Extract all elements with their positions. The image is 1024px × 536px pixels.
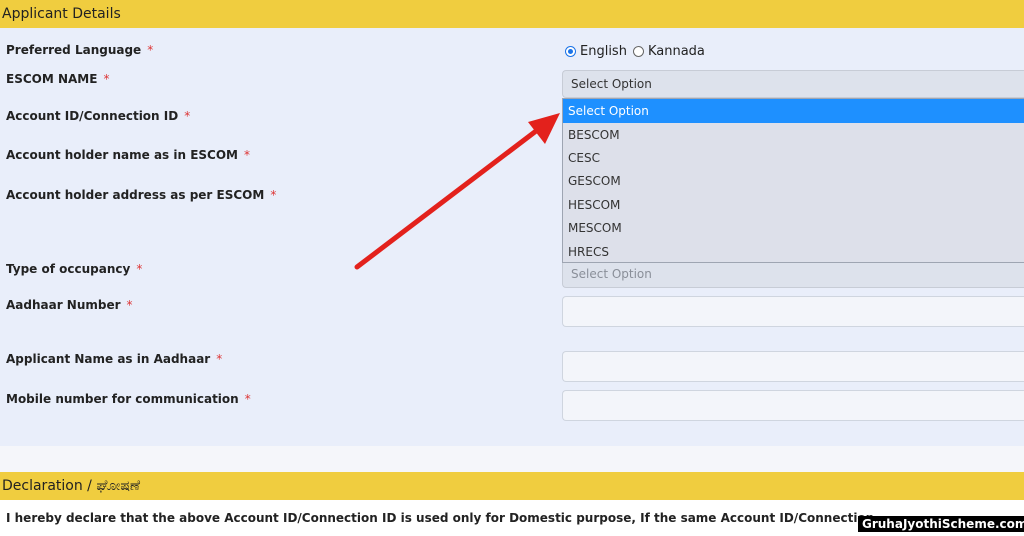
required-mark: *: [244, 392, 251, 406]
kannada-radio-label[interactable]: Kannada: [648, 44, 705, 59]
required-mark: *: [216, 352, 223, 366]
escom-name-label: ESCOM NAME *: [6, 72, 110, 86]
watermark: GruhaJyothiScheme.com: [858, 516, 1024, 532]
account-holder-address-label: Account holder address as per ESCOM *: [6, 188, 277, 202]
escom-option[interactable]: BESCOM: [563, 123, 1024, 146]
preferred-language-label: Preferred Language *: [6, 43, 154, 57]
escom-option[interactable]: HRECS: [563, 240, 1024, 263]
declaration-title: Declaration / ಘೋಷಣೆ: [2, 478, 141, 494]
mobile-input[interactable]: [562, 390, 1024, 421]
declaration-header: Declaration / ಘೋಷಣೆ: [0, 472, 1024, 500]
required-mark: *: [103, 72, 110, 86]
applicant-details-title: Applicant Details: [2, 6, 121, 22]
escom-option[interactable]: HESCOM: [563, 193, 1024, 216]
escom-dropdown-list: Select Option BESCOM CESC GESCOM HESCOM …: [562, 98, 1024, 263]
section-gap: [0, 446, 1024, 472]
occupancy-select-value: Select Option: [571, 267, 652, 281]
required-mark: *: [270, 188, 277, 202]
aadhaar-input[interactable]: [562, 296, 1024, 327]
occupancy-select[interactable]: Select Option: [562, 260, 1024, 288]
escom-option[interactable]: GESCOM: [563, 170, 1024, 193]
account-id-label: Account ID/Connection ID *: [6, 109, 191, 123]
required-mark: *: [184, 109, 191, 123]
escom-option[interactable]: CESC: [563, 146, 1024, 169]
declaration-text: I hereby declare that the above Account …: [6, 511, 875, 525]
english-radio-label[interactable]: English: [580, 44, 627, 59]
escom-option[interactable]: Select Option: [563, 99, 1024, 123]
applicant-name-label: Applicant Name as in Aadhaar *: [6, 352, 223, 366]
applicant-name-input[interactable]: [562, 351, 1024, 382]
account-holder-name-label: Account holder name as in ESCOM *: [6, 148, 250, 162]
language-radio-group: English Kannada: [565, 44, 705, 59]
required-mark: *: [243, 148, 250, 162]
required-mark: *: [126, 298, 133, 312]
escom-select[interactable]: Select Option: [562, 70, 1024, 98]
english-radio[interactable]: [565, 46, 576, 57]
mobile-label: Mobile number for communication *: [6, 392, 251, 406]
occupancy-label: Type of occupancy *: [6, 262, 143, 276]
applicant-details-header: Applicant Details: [0, 0, 1024, 28]
aadhaar-label: Aadhaar Number *: [6, 298, 133, 312]
required-mark: *: [147, 43, 154, 57]
kannada-radio[interactable]: [632, 46, 644, 57]
escom-option[interactable]: MESCOM: [563, 217, 1024, 240]
required-mark: *: [136, 262, 143, 276]
escom-select-value: Select Option: [571, 77, 652, 91]
